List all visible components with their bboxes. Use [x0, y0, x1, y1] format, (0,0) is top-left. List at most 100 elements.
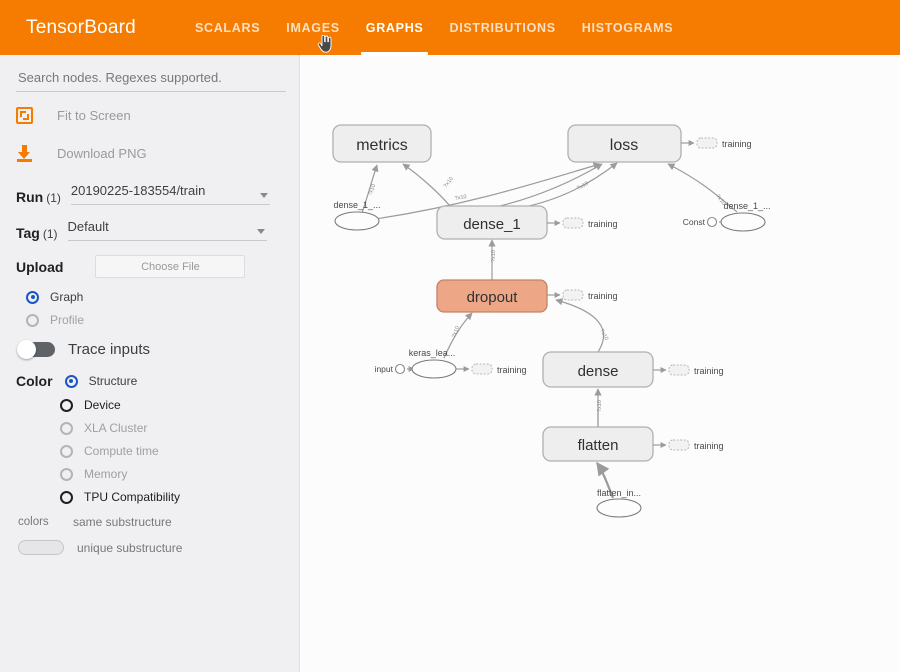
radio-graph[interactable]: Graph — [26, 290, 299, 304]
color-label: Color — [16, 373, 53, 389]
graph-node-flatten[interactable]: flatten — [542, 426, 654, 462]
tag-value: Default — [67, 219, 109, 234]
graph-node-dense-1[interactable]: dense_1 — [436, 205, 548, 240]
training-stub-keras-lea[interactable]: training — [456, 363, 527, 375]
run-selector-row: Run (1) 20190225-183554/train — [16, 182, 299, 205]
color-structure-row[interactable]: Color Structure — [16, 373, 299, 389]
op-node-flatten-in[interactable]: flatten_in... — [596, 488, 642, 518]
app-header: TensorBoard SCALARS IMAGES GRAPHS DISTRI… — [0, 0, 900, 55]
tag-selector-row: Tag (1) Default — [16, 218, 299, 241]
legend-unique-label: unique substructure — [77, 540, 183, 555]
graph-node-label: loss — [610, 137, 638, 154]
radio-compute-time-label: Compute time — [84, 444, 159, 458]
input-node-const[interactable]: Const — [683, 216, 718, 228]
chevron-down-icon — [259, 193, 268, 198]
legend-same-substructure: colors same substructure — [18, 515, 299, 529]
radio-tpu-compatibility-label: TPU Compatibility — [84, 490, 181, 504]
input-node-label: input — [375, 364, 394, 374]
trace-inputs-toggle[interactable]: Trace inputs — [17, 340, 299, 359]
radio-profile[interactable]: Profile — [26, 313, 299, 327]
legend-key-label: colors — [18, 516, 49, 528]
op-node-dense-1-right[interactable]: dense_1_... — [720, 201, 771, 232]
svg-text:?x10: ?x10 — [454, 194, 467, 202]
radio-compute-time-icon — [60, 444, 73, 458]
radio-profile-label: Profile — [50, 313, 85, 327]
op-node-dense-1-left[interactable]: dense_1_... — [333, 200, 381, 231]
svg-text:?x10: ?x10 — [597, 400, 603, 412]
tag-label: Tag — [16, 225, 40, 241]
training-stub-flatten[interactable]: training — [653, 439, 724, 451]
training-stub-label: training — [722, 139, 752, 149]
graph-canvas[interactable]: ?x10 ?x10 ?x10 ?x10 ?x10 ?x10 ?x10 ?x10 … — [301, 56, 900, 672]
tab-images[interactable]: IMAGES — [273, 0, 353, 55]
svg-text:?x10: ?x10 — [367, 183, 377, 196]
chevron-down-icon — [256, 229, 265, 234]
radio-memory-label: Memory — [84, 467, 128, 481]
tab-scalars[interactable]: SCALARS — [182, 0, 273, 55]
radio-tpu-compatibility-icon — [60, 490, 73, 504]
run-label: Run — [16, 189, 44, 205]
group-nodes[interactable]: metrics loss dense_1 dropout dense flatt… — [332, 124, 682, 462]
radio-device[interactable]: Device — [60, 398, 299, 412]
choose-file-button[interactable]: Choose File — [95, 255, 246, 278]
graph-node-metrics[interactable]: metrics — [332, 124, 432, 163]
graph-node-dense[interactable]: dense — [542, 351, 654, 388]
training-stub-dense[interactable]: training — [653, 364, 724, 376]
svg-text:?x10: ?x10 — [598, 328, 609, 341]
legend-pill-icon — [18, 540, 64, 555]
svg-text:?x10: ?x10 — [491, 250, 497, 262]
radio-tpu-compatibility[interactable]: TPU Compatibility — [60, 490, 299, 504]
legend-unique-substructure: unique substructure — [18, 540, 299, 555]
op-node-label: flatten_in... — [597, 488, 641, 498]
upload-row: Upload Choose File — [16, 255, 299, 278]
graph-node-label: dense_1 — [463, 216, 521, 233]
training-stub-dropout[interactable]: training — [547, 289, 618, 301]
radio-memory[interactable]: Memory — [60, 467, 299, 481]
input-node-label: Const — [683, 217, 706, 227]
tab-graphs[interactable]: GRAPHS — [353, 0, 437, 55]
fit-to-screen-button[interactable]: Fit to Screen — [16, 100, 299, 130]
graph-node-label: metrics — [356, 137, 408, 154]
download-icon — [16, 144, 33, 162]
svg-text:?x10: ?x10 — [451, 325, 461, 338]
op-node-label: keras_lea... — [409, 348, 456, 358]
graph-node-label: dense — [578, 363, 619, 380]
run-select[interactable]: 20190225-183554/train — [70, 182, 270, 205]
radio-graph-icon — [26, 290, 39, 304]
tag-count: (1) — [42, 227, 58, 241]
radio-structure-icon — [64, 374, 78, 388]
op-node-keras-lea[interactable]: keras_lea... — [409, 348, 457, 379]
training-stub-loss[interactable]: training — [681, 137, 752, 149]
op-node-label: dense_1_... — [333, 200, 380, 210]
radio-device-icon — [60, 398, 73, 412]
tab-distributions[interactable]: DISTRIBUTIONS — [436, 0, 568, 55]
nav-tabs: SCALARS IMAGES GRAPHS DISTRIBUTIONS HIST… — [182, 0, 686, 55]
training-stub-label: training — [694, 366, 724, 376]
op-node-label: dense_1_... — [723, 201, 770, 211]
search-row — [0, 55, 299, 92]
graph-node-label: flatten — [578, 437, 619, 454]
radio-profile-icon — [26, 313, 39, 327]
radio-compute-time[interactable]: Compute time — [60, 444, 299, 458]
fit-to-screen-icon — [16, 106, 33, 124]
training-stub-dense-1[interactable]: training — [547, 217, 618, 229]
graph-node-dropout[interactable]: dropout — [436, 279, 548, 313]
graph-svg[interactable]: ?x10 ?x10 ?x10 ?x10 ?x10 ?x10 ?x10 ?x10 … — [301, 56, 900, 672]
tab-histograms[interactable]: HISTOGRAMS — [569, 0, 687, 55]
input-node-input[interactable]: input — [375, 363, 406, 375]
tag-select[interactable]: Default — [67, 218, 267, 241]
graph-node-label: dropout — [467, 289, 519, 306]
upload-label: Upload — [16, 258, 64, 275]
fit-to-screen-label: Fit to Screen — [57, 107, 131, 123]
trace-inputs-label: Trace inputs — [68, 341, 150, 358]
search-input[interactable] — [16, 70, 286, 92]
radio-xla-cluster-icon — [60, 421, 73, 435]
run-value: 20190225-183554/train — [70, 183, 206, 198]
training-stub-label: training — [588, 291, 618, 301]
radio-graph-label: Graph — [50, 290, 84, 304]
download-png-button[interactable]: Download PNG — [16, 138, 299, 168]
graph-node-loss[interactable]: loss — [567, 124, 682, 163]
radio-structure-label: Structure — [88, 374, 138, 388]
radio-xla-cluster[interactable]: XLA Cluster — [60, 421, 299, 435]
download-png-label: Download PNG — [57, 145, 147, 161]
